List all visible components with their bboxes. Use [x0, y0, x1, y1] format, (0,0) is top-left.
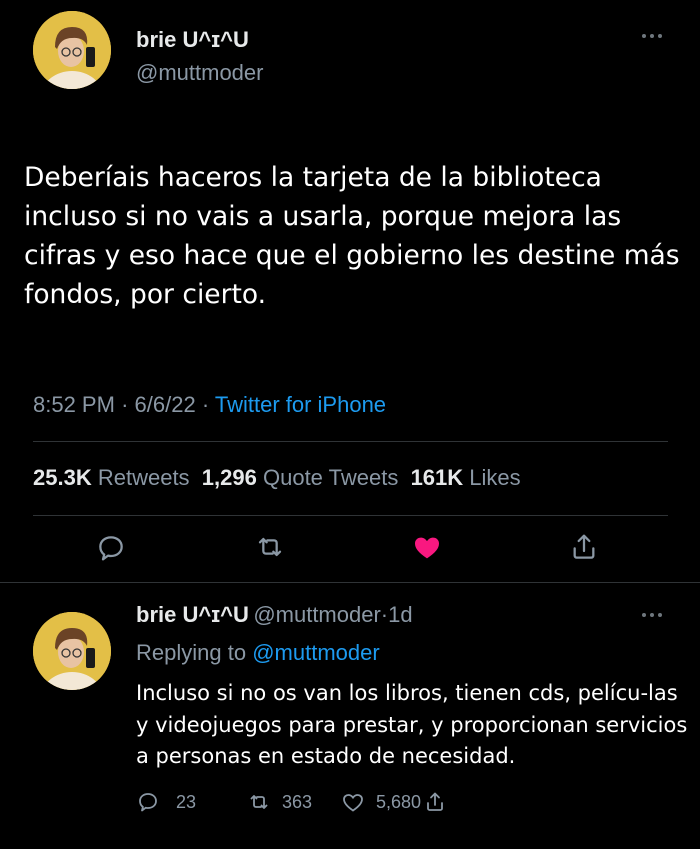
replying-prefix: Replying to [136, 640, 247, 665]
heart-fill [415, 537, 439, 559]
share-icon[interactable] [422, 790, 448, 814]
tweet-stats: 25.3K Retweets 1,296 Quote Tweets 161K L… [33, 465, 521, 491]
share-icon[interactable] [567, 531, 601, 563]
reply-text: Incluso si no os van los libros, tienen … [136, 681, 688, 768]
retweets-stat[interactable]: 25.3K Retweets [33, 465, 190, 490]
likes-stat[interactable]: 161K Likes [411, 465, 521, 490]
quotes-stat[interactable]: 1,296 Quote Tweets [202, 465, 399, 490]
divider [33, 441, 668, 442]
reply-avatar[interactable] [33, 612, 111, 690]
reply-icon[interactable] [136, 790, 160, 814]
tweet-text: Deberíais haceros la tarjeta de la bibli… [24, 162, 680, 310]
more-icon[interactable] [641, 612, 663, 618]
avatar-image [33, 11, 111, 89]
quotes-label: Quote Tweets [262, 465, 399, 490]
tweet-meta: 8:52 PM · 6/6/22 · Twitter for iPhone [33, 392, 386, 418]
divider [0, 582, 700, 583]
tweet-source[interactable]: Twitter for iPhone [215, 392, 386, 417]
retweets-count: 25.3K [33, 465, 92, 490]
tweet-time[interactable]: 8:52 PM [33, 392, 115, 417]
reply-author-name[interactable]: brie U^ɪ^U [136, 602, 249, 627]
reply-action-bar: 23 363 5,680 [136, 790, 448, 814]
author-handle[interactable]: @muttmoder [136, 60, 263, 86]
like-count: 5,680 [376, 791, 422, 812]
retweet-icon[interactable] [246, 790, 272, 814]
reply-header: brie U^ɪ^U @muttmoder·1d [136, 602, 413, 628]
quotes-count: 1,296 [201, 465, 257, 490]
retweets-label: Retweets [97, 465, 190, 490]
heart-icon[interactable] [410, 531, 444, 563]
reply-author-handle[interactable]: @muttmoder [253, 602, 380, 627]
more-icon[interactable] [641, 33, 663, 39]
retweet-count: 363 [282, 791, 313, 812]
likes-count: 161K [410, 465, 464, 490]
replying-to-handle[interactable]: @muttmoder [252, 640, 379, 665]
meta-separator: · [201, 392, 210, 417]
reply-age[interactable]: 1d [388, 602, 412, 627]
reply-icon[interactable] [95, 532, 127, 564]
replying-to: Replying to @muttmoder [136, 640, 380, 666]
divider [33, 515, 668, 516]
tweet-date[interactable]: 6/6/22 [135, 392, 196, 417]
retweet-icon[interactable] [253, 531, 287, 563]
heart-icon[interactable] [340, 790, 366, 814]
likes-label: Likes [469, 465, 521, 490]
reply-count: 23 [176, 791, 197, 812]
avatar[interactable] [33, 11, 111, 89]
meta-separator: · [121, 392, 129, 417]
avatar-image [33, 612, 111, 690]
author-name[interactable]: brie U^ɪ^U [136, 27, 249, 53]
